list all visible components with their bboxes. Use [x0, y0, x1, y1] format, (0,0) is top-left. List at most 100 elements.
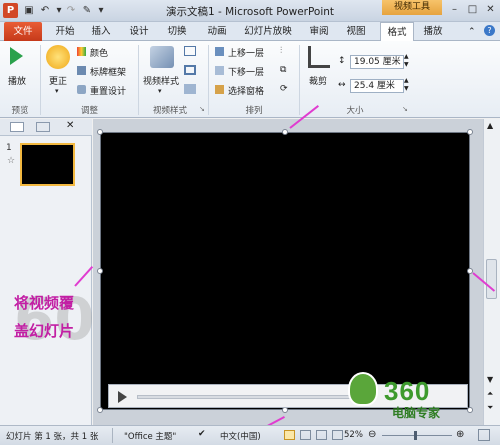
color-icon — [77, 47, 86, 56]
slideshow-view-icon[interactable] — [332, 430, 343, 440]
redo-icon[interactable]: ↷ — [64, 4, 78, 18]
reset-design-icon — [77, 85, 86, 94]
slide-count-status[interactable]: 幻灯片 第 1 张，共 1 张 — [6, 430, 98, 442]
group-label-preview: 预览 — [11, 106, 29, 116]
previous-slide-icon[interactable]: ⏶ — [487, 389, 493, 399]
corrections-button[interactable]: 更正 — [49, 74, 67, 87]
slide-thumbnail[interactable] — [20, 143, 75, 186]
slide-sorter-icon[interactable] — [300, 430, 311, 440]
resize-handle-top-left[interactable] — [97, 129, 103, 135]
fit-to-window-icon[interactable] — [478, 429, 490, 441]
group-divider — [138, 45, 139, 115]
zoom-slider-thumb[interactable] — [414, 431, 417, 440]
normal-view-icon[interactable] — [284, 430, 295, 440]
bring-forward-icon — [215, 47, 224, 56]
video-progress-bar[interactable] — [137, 395, 357, 399]
close-icon[interactable]: ✕ — [484, 3, 497, 16]
zoom-level[interactable]: 52% — [344, 430, 363, 440]
tab-transitions[interactable]: 切换 — [160, 22, 194, 41]
tab-home[interactable]: 开始 — [48, 22, 82, 41]
video-border-icon[interactable] — [184, 65, 196, 75]
tab-animations[interactable]: 动画 — [198, 22, 236, 41]
scroll-thumb[interactable] — [486, 259, 497, 299]
play-button[interactable]: 播放 — [8, 74, 26, 87]
slides-tab-icon[interactable] — [10, 122, 24, 132]
width-spinner-icon[interactable]: ▲ ▼ — [404, 77, 409, 93]
maximize-icon[interactable]: □ — [466, 3, 479, 16]
360-mascot-logo — [348, 372, 378, 406]
zoom-out-icon[interactable]: ⊖ — [368, 429, 376, 440]
group-icon[interactable]: ⧉ — [280, 65, 286, 75]
selection-pane-button[interactable]: 选择窗格 — [228, 84, 264, 97]
video-on-slide[interactable] — [100, 132, 470, 410]
crop-button[interactable]: 裁剪 — [309, 74, 327, 87]
align-icon[interactable]: ⫶ — [280, 46, 282, 56]
animation-star-icon: ☆ — [7, 156, 16, 166]
send-backward-icon — [215, 66, 224, 75]
save-icon[interactable]: ▣ — [22, 4, 36, 18]
send-backward-button[interactable]: 下移一层 — [228, 65, 264, 78]
crop-icon[interactable] — [308, 46, 330, 68]
selection-pane-icon — [215, 85, 224, 94]
reset-design-button[interactable]: 重置设计 — [90, 84, 126, 97]
chevron-down-icon: ▾ — [55, 87, 59, 95]
corrections-icon[interactable] — [46, 45, 70, 69]
panel-tabs: ✕ — [0, 119, 92, 136]
tab-file[interactable]: 文件 — [4, 22, 42, 41]
status-bar: 幻灯片 第 1 张，共 1 张 "Office 主题" ✔ 中文(中国) 52%… — [0, 425, 500, 445]
color-button[interactable]: 颜色 — [90, 46, 108, 59]
scroll-up-icon[interactable]: ▲ — [487, 121, 493, 130]
next-slide-icon[interactable]: ⏷ — [487, 403, 493, 413]
rotate-icon[interactable]: ⟳ — [280, 84, 288, 94]
tab-view[interactable]: 视图 — [338, 22, 374, 41]
language-status[interactable]: 中文(中国) — [220, 430, 261, 442]
ribbon-tab-bar: 文件 开始 插入 设计 切换 动画 幻灯片放映 审阅 视图 格式 播放 ⌃ ? — [0, 22, 500, 42]
dialog-launcher-icon[interactable]: ↘ — [402, 105, 408, 113]
tab-design[interactable]: 设计 — [122, 22, 156, 41]
width-field[interactable]: 25.4 厘米 — [350, 79, 404, 93]
vertical-scrollbar[interactable]: ▲ ▼ ⏶ ⏷ — [483, 119, 500, 425]
reading-view-icon[interactable] — [316, 430, 327, 440]
group-divider — [208, 45, 209, 115]
video-effects-icon[interactable] — [184, 84, 196, 94]
format-painter-icon[interactable]: ✎ — [80, 4, 94, 18]
tab-insert[interactable]: 插入 — [84, 22, 118, 41]
group-label-video-styles: 视频样式 — [152, 106, 187, 116]
tab-review[interactable]: 审阅 — [302, 22, 336, 41]
tab-format[interactable]: 格式 — [380, 22, 414, 42]
theme-status[interactable]: "Office 主题" — [124, 430, 176, 442]
scroll-down-icon[interactable]: ▼ — [487, 375, 493, 384]
height-spinner-icon[interactable]: ▲ ▼ — [404, 53, 409, 69]
video-tools-context-label: 视频工具 — [382, 0, 442, 15]
height-field[interactable]: 19.05 厘米 — [350, 55, 404, 69]
customize-toolbar-icon[interactable]: ▾ — [94, 4, 108, 18]
powerpoint-app-icon[interactable]: P — [3, 3, 18, 18]
spellcheck-icon[interactable]: ✔ — [198, 429, 206, 439]
watermark-brand-text: 电脑专家 — [392, 406, 441, 420]
poster-frame-button[interactable]: 标牌框架 — [90, 65, 126, 78]
play-icon[interactable] — [10, 47, 23, 65]
undo-icon[interactable]: ↶ — [38, 4, 52, 18]
close-panel-icon[interactable]: ✕ — [66, 120, 74, 131]
tab-slideshow[interactable]: 幻灯片放映 — [238, 22, 298, 41]
video-styles-button[interactable]: 视频样式 — [143, 74, 179, 87]
ribbon-panel: 播放 预览 更正 ▾ 颜色 标牌框架 重置设计 调整 视频样式 ▾ 视频样式 ↘… — [0, 41, 500, 118]
play-icon[interactable] — [118, 391, 127, 403]
outline-tab-icon[interactable] — [36, 122, 50, 132]
resize-handle-top[interactable] — [282, 129, 288, 135]
chevron-down-icon: ▾ — [158, 87, 162, 95]
bring-forward-button[interactable]: 上移一层 — [228, 46, 264, 59]
zoom-in-icon[interactable]: ⊕ — [456, 429, 464, 440]
resize-handle-left[interactable] — [97, 268, 103, 274]
video-styles-icon[interactable] — [150, 46, 174, 68]
minimize-icon[interactable]: – — [448, 3, 461, 16]
help-icon[interactable]: ? — [484, 25, 495, 36]
ribbon-minimize-icon[interactable]: ⌃ — [468, 27, 476, 37]
resize-handle-top-right[interactable] — [467, 129, 473, 135]
zoom-slider[interactable] — [382, 435, 452, 436]
dialog-launcher-icon[interactable]: ↘ — [199, 105, 205, 113]
resize-handle-bottom-left[interactable] — [97, 407, 103, 413]
tab-playback[interactable]: 播放 — [416, 22, 450, 41]
video-shape-icon[interactable] — [184, 46, 196, 56]
height-icon: ↕ — [338, 56, 346, 66]
